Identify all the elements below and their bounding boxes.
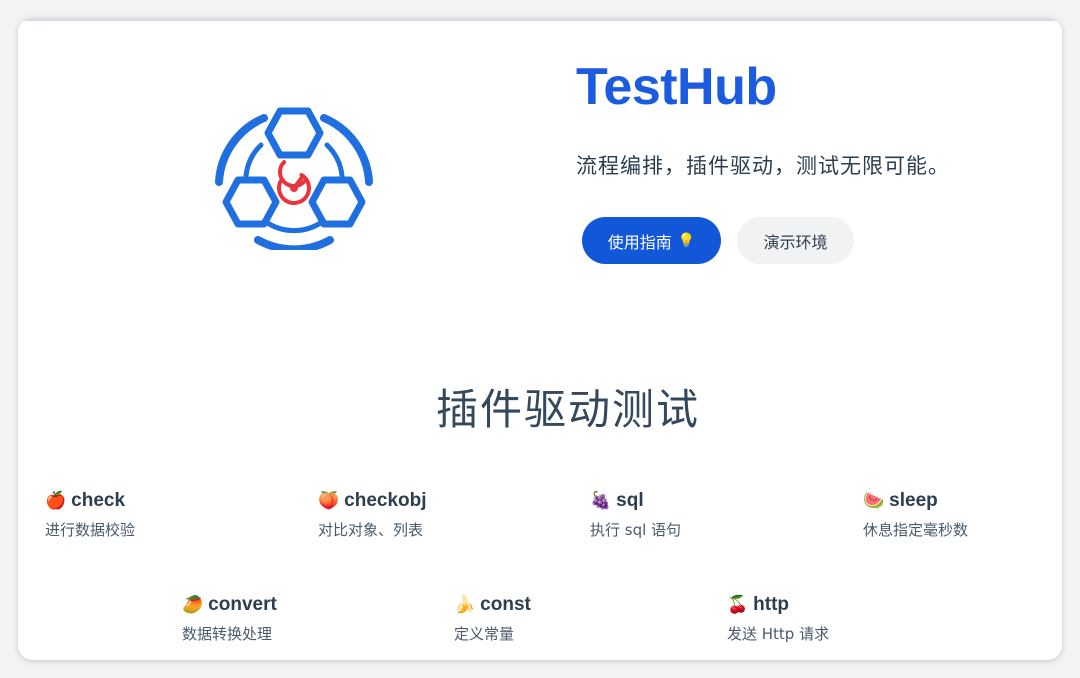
feature-name: http: [753, 594, 790, 615]
feature-check: 🍎 check 进行数据校验: [45, 488, 285, 540]
feature-desc: 数据转换处理: [182, 625, 273, 643]
feature-name: sql: [616, 490, 644, 511]
feature-name: checkobj: [344, 490, 427, 511]
peach-icon: 🍑: [318, 491, 340, 510]
feature-desc: 进行数据校验: [45, 521, 136, 539]
top-border: [18, 18, 1062, 21]
feature-checkobj: 🍑 checkobj 对比对象、列表: [318, 488, 558, 540]
feature-name: const: [480, 594, 531, 615]
feature-desc: 执行 sql 语句: [590, 521, 682, 539]
feature-desc: 对比对象、列表: [318, 521, 424, 539]
app-title: TestHub: [576, 58, 777, 116]
mango-icon: 🥭: [182, 595, 204, 614]
demo-button[interactable]: 演示环境: [737, 217, 854, 264]
feature-name: convert: [208, 594, 277, 615]
guide-button-label: 使用指南: [607, 232, 672, 252]
cherries-icon: 🍒: [727, 595, 749, 614]
banana-icon: 🍌: [454, 595, 476, 614]
feature-desc: 定义常量: [454, 625, 515, 643]
feature-name: sleep: [889, 490, 938, 511]
feature-name: check: [71, 490, 126, 511]
watermelon-icon: 🍉: [863, 491, 885, 510]
tagline: 流程编排，插件驱动，测试无限可能。: [576, 154, 950, 178]
guide-button[interactable]: 使用指南 💡: [582, 217, 721, 264]
apple-icon: 🍎: [45, 491, 67, 510]
page-window: TestHub 流程编排，插件驱动，测试无限可能。 使用指南 💡 演示环境 插件…: [18, 18, 1062, 660]
feature-http: 🍒 http 发送 Http 请求: [727, 592, 967, 644]
feature-sleep: 🍉 sleep 休息指定毫秒数: [863, 488, 1062, 540]
section-title: 插件驱动测试: [435, 385, 700, 434]
testhub-logo-icon: [215, 107, 373, 250]
demo-button-label: 演示环境: [763, 232, 828, 252]
grapes-icon: 🍇: [590, 491, 612, 510]
lightbulb-icon: 💡: [677, 232, 696, 249]
feature-const: 🍌 const 定义常量: [454, 592, 694, 644]
feature-sql: 🍇 sql 执行 sql 语句: [590, 488, 830, 540]
feature-desc: 发送 Http 请求: [727, 625, 830, 643]
feature-convert: 🥭 convert 数据转换处理: [182, 592, 422, 644]
feature-desc: 休息指定毫秒数: [863, 521, 969, 539]
